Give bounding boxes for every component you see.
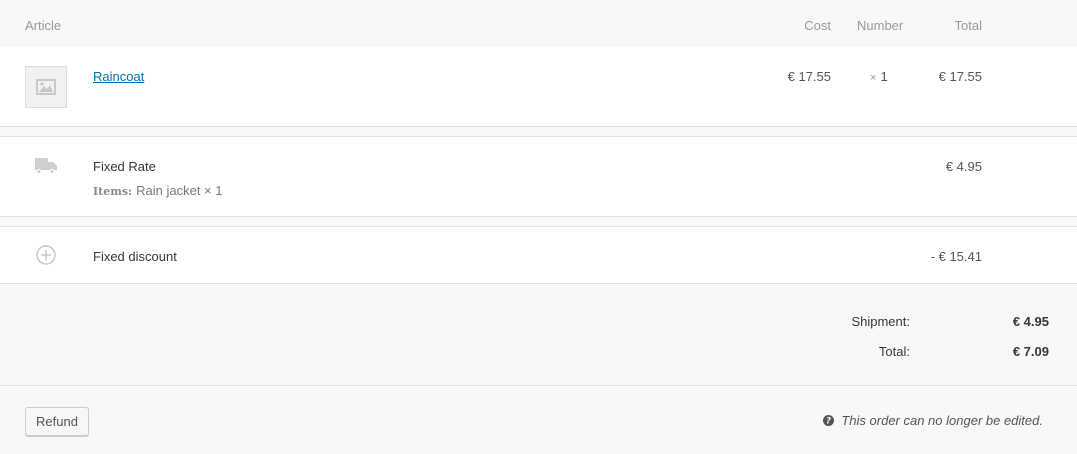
quantity-value: 1: [880, 69, 888, 84]
order-total-value: € 7.09: [1012, 344, 1049, 359]
fee-total: - € 15.41: [930, 249, 982, 264]
refund-button[interactable]: Refund: [25, 407, 89, 436]
item-cost: € 17.55: [787, 69, 831, 84]
shipping-total: € 4.95: [945, 159, 982, 174]
fee-name: Fixed discount: [93, 249, 177, 264]
shipping-method-name: Fixed Rate: [93, 159, 156, 174]
line-item-row: Raincoat € 17.55 × 1 € 17.55: [0, 47, 1077, 127]
column-header-cost[interactable]: Cost: [804, 18, 831, 33]
svg-text:?: ?: [826, 417, 831, 426]
order-locked-text: This order can no longer be edited.: [841, 413, 1043, 428]
order-locked-notice: ? This order can no longer be edited.: [823, 413, 1043, 428]
item-quantity: × 1: [870, 69, 888, 84]
order-totals: Shipment: € 4.95 Total: € 7.09: [0, 285, 1077, 386]
help-icon[interactable]: ?: [823, 415, 835, 426]
order-total-label: Total:: [878, 344, 910, 359]
image-placeholder-icon: [36, 79, 56, 95]
order-actions: Refund ? This order can no longer be edi…: [0, 387, 1077, 454]
column-header-number[interactable]: Number: [857, 18, 903, 33]
shipment-total-value: € 4.95: [1012, 314, 1049, 329]
plus-circle-icon: [36, 245, 56, 265]
fee-row: Fixed discount - € 15.41: [0, 226, 1077, 284]
shipping-meta-label: Items:: [93, 185, 133, 198]
shipping-meta: Items: Rain jacket × 1: [93, 183, 222, 198]
item-total: € 17.55: [938, 69, 982, 84]
shipping-row: Fixed Rate Items: Rain jacket × 1 € 4.95: [0, 136, 1077, 217]
column-header-article[interactable]: Article: [25, 18, 61, 33]
order-items-panel: Article Cost Number Total Raincoat € 17.…: [0, 0, 1077, 454]
table-header: Article Cost Number Total: [0, 0, 1077, 47]
shipment-total-label: Shipment:: [851, 314, 910, 329]
column-header-total[interactable]: Total: [955, 18, 982, 33]
product-thumbnail: [25, 66, 67, 108]
times-sign: ×: [870, 72, 877, 84]
product-link[interactable]: Raincoat: [93, 69, 144, 84]
truck-icon: [35, 158, 57, 174]
shipping-meta-value: Rain jacket × 1: [136, 183, 223, 198]
